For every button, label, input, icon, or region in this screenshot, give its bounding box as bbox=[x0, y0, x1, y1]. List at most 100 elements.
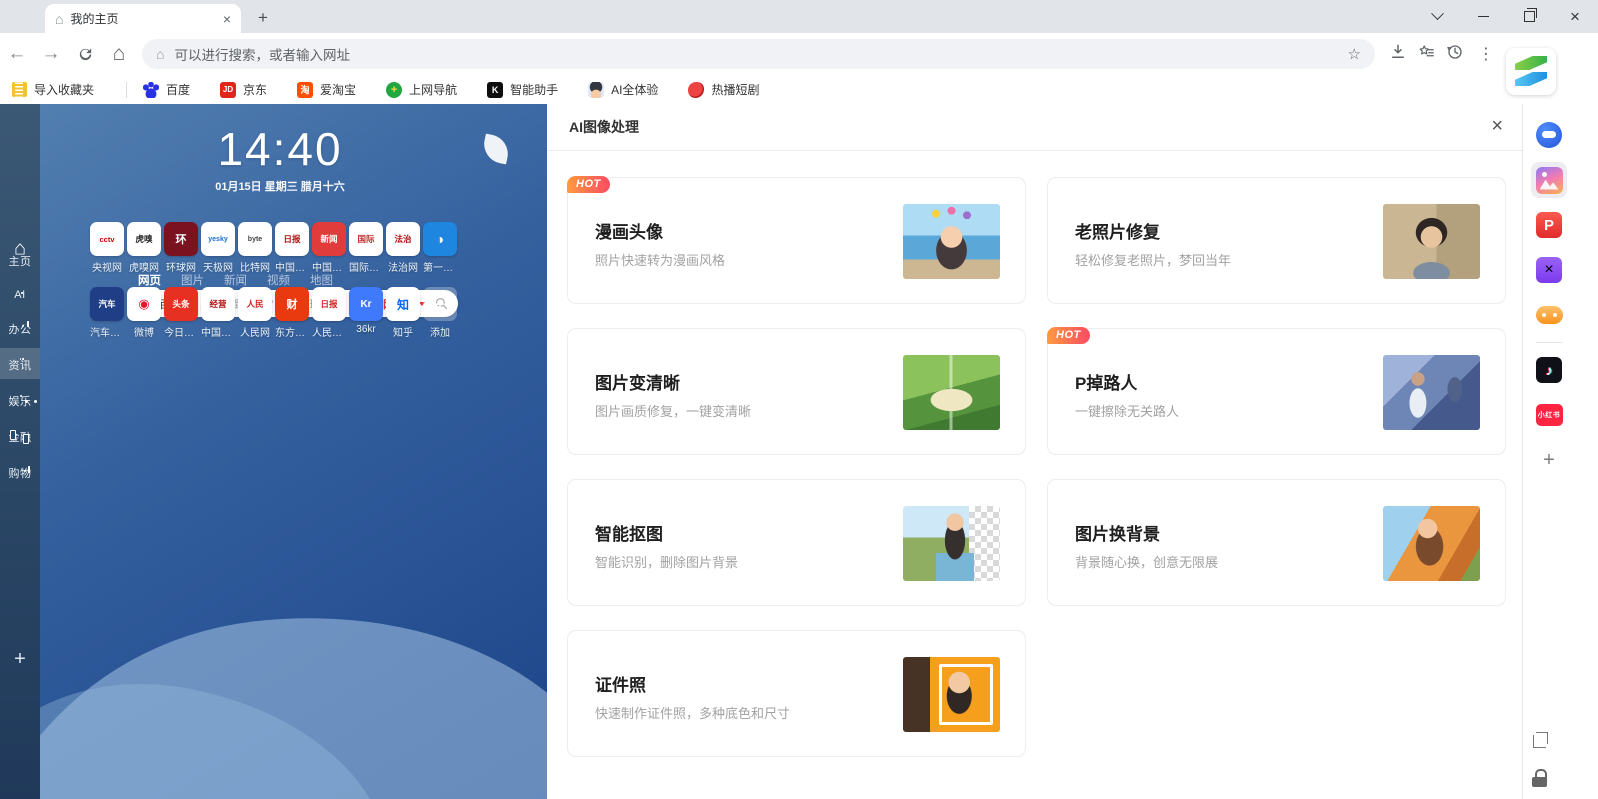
home-button[interactable]: ⌂ bbox=[102, 42, 136, 66]
site-tile[interactable]: cctv 央视网 bbox=[90, 222, 124, 274]
maximize-button[interactable] bbox=[1506, 0, 1552, 33]
ai-feature-card[interactable]: 智能抠图 智能识别，删除图片背景 bbox=[567, 479, 1026, 606]
site-tile[interactable]: 头条 今日头... bbox=[164, 287, 198, 339]
right-sidebar: P × ♪ 小红书 + bbox=[1522, 104, 1598, 799]
ai-feature-card[interactable]: HOT P掉路人 一键擦除无关路人 bbox=[1047, 327, 1506, 455]
card-subtitle: 照片快速转为漫画风格 bbox=[595, 253, 726, 268]
site-tile[interactable]: 人民 人民网 bbox=[238, 287, 272, 339]
tool-icon: + bbox=[1543, 448, 1555, 471]
site-grid: cctv 央视网 虎嗅 虎嗅网 环 环球网 yesky 天极网 byte 比特网 bbox=[90, 222, 500, 339]
ai-cards-grid: HOT 漫画头像 照片快速转为漫画风格 老照片修复 轻松修复老照片，梦回当年 图… bbox=[547, 151, 1523, 757]
xiaohongshu[interactable]: 小红书 bbox=[1531, 397, 1567, 433]
card-image bbox=[1383, 204, 1480, 279]
window-controls: × bbox=[1414, 0, 1598, 33]
site-tile[interactable]: ◉ 微博 bbox=[127, 287, 161, 339]
sidebar-nav-label: 购物 bbox=[8, 468, 32, 480]
site-icon: + bbox=[423, 287, 457, 321]
ai-feature-card[interactable]: 图片变清晰 图片画质修复，一键变清晰 bbox=[567, 328, 1026, 455]
leaf-icon[interactable] bbox=[480, 133, 512, 165]
browser-dropdown-button[interactable] bbox=[1414, 0, 1460, 33]
ai-assistant[interactable] bbox=[1531, 117, 1567, 153]
ai-image-tools[interactable] bbox=[1531, 162, 1567, 198]
bookmark-item[interactable]: JD 京东 bbox=[220, 81, 267, 98]
sidebar-nav-item[interactable]: 主页 bbox=[0, 244, 40, 275]
site-tile[interactable]: 知 知乎 bbox=[386, 287, 420, 339]
ai-feature-card[interactable]: 老照片修复 轻松修复老照片，梦回当年 bbox=[1047, 177, 1506, 304]
sidebar-nav-item[interactable]: 办公 bbox=[0, 312, 40, 343]
site-label: 虎嗅网 bbox=[129, 263, 159, 274]
back-button[interactable]: ← bbox=[0, 43, 34, 65]
site-tile[interactable]: 经营 中国经... bbox=[201, 287, 235, 339]
favorites-button[interactable] bbox=[1417, 43, 1436, 66]
site-icon: 头条 bbox=[164, 287, 198, 321]
site-label: 中国新... bbox=[312, 263, 346, 274]
add-tool[interactable]: + bbox=[1531, 442, 1567, 478]
sidebar-nav-label: 办公 bbox=[8, 324, 32, 336]
site-tile[interactable]: + 添加 bbox=[423, 287, 457, 339]
site-tile[interactable]: 环 环球网 bbox=[164, 222, 198, 274]
site-tile[interactable]: 日报 中国日... bbox=[275, 222, 309, 274]
bookmark-item[interactable]: 热播短剧 bbox=[688, 81, 759, 98]
forward-button[interactable]: → bbox=[34, 43, 68, 65]
bookmark-icon bbox=[688, 81, 705, 98]
bookmark-items: 百度 JD 京东 淘 爱淘宝 + 上网导航 K 智能助手 AI全体验 热播短剧 bbox=[143, 81, 789, 98]
site-label: 环球网 bbox=[166, 263, 196, 274]
douyin[interactable]: ♪ bbox=[1531, 352, 1567, 388]
games[interactable] bbox=[1531, 297, 1567, 333]
site-tile[interactable]: 新闻 中国新... bbox=[312, 222, 346, 274]
sidebar-nav-item[interactable]: 娱乐 bbox=[0, 384, 40, 415]
downloads-button[interactable] bbox=[1389, 43, 1407, 66]
site-tile[interactable]: 财 东方财... bbox=[275, 287, 309, 339]
ai-feature-card[interactable]: 图片换背景 背景随心换，创意无限展 bbox=[1047, 479, 1506, 606]
site-tile[interactable]: 汽车 汽车之... bbox=[90, 287, 124, 339]
bookmark-item[interactable]: AI全体验 bbox=[588, 81, 658, 98]
close-window-button[interactable]: × bbox=[1552, 0, 1598, 33]
bookmark-item[interactable]: 百度 bbox=[143, 81, 190, 98]
reload-button[interactable] bbox=[68, 46, 102, 63]
mini-apps[interactable]: × bbox=[1531, 252, 1567, 288]
bookmark-item[interactable]: 淘 爱淘宝 bbox=[297, 81, 356, 98]
screenshot-crop-icon[interactable] bbox=[1531, 731, 1549, 749]
bookmark-star-icon[interactable]: ☆ bbox=[1348, 45, 1361, 63]
panel-close-icon[interactable]: × bbox=[1491, 116, 1503, 136]
bookmark-item[interactable]: K 智能助手 bbox=[487, 81, 558, 98]
sidebar-nav-item[interactable]: 金融 bbox=[0, 420, 40, 451]
browser-tab[interactable]: ⌂ 我的主页 × bbox=[45, 4, 241, 33]
site-tile[interactable]: 国际 国际在... bbox=[349, 222, 383, 274]
history-button[interactable] bbox=[1446, 43, 1464, 66]
sidebar-nav-list: 主页 AI 办公 资讯 娱乐 金融 购物 bbox=[0, 244, 40, 487]
lock-icon[interactable] bbox=[1532, 769, 1548, 787]
tab-close-icon[interactable]: × bbox=[223, 11, 231, 27]
site-tile[interactable]: yesky 天极网 bbox=[201, 222, 235, 274]
site-icon: 知 bbox=[386, 287, 420, 321]
new-tab-button[interactable]: + bbox=[252, 7, 274, 29]
site-tile[interactable]: ◑ 第一财... bbox=[423, 222, 457, 274]
site-tile[interactable]: 法治 法治网 bbox=[386, 222, 420, 274]
sidebar-nav-item[interactable]: AI bbox=[0, 280, 40, 307]
site-icon: 法治 bbox=[386, 222, 420, 256]
sidebar-nav-item[interactable]: 资讯 bbox=[0, 348, 40, 379]
ai-feature-card[interactable]: HOT 漫画头像 照片快速转为漫画风格 bbox=[567, 176, 1026, 304]
import-bookmarks-button[interactable]: 导入收藏夹 bbox=[12, 81, 94, 98]
bookmark-label: 爱淘宝 bbox=[320, 83, 357, 97]
card-subtitle: 快速制作证件照，多种底色和尺寸 bbox=[595, 706, 791, 721]
sidebar-add-button[interactable]: + bbox=[0, 648, 40, 671]
bookmark-item[interactable]: + 上网导航 bbox=[386, 81, 457, 98]
clock-date: 01月15日 星期三 腊月十六 bbox=[215, 181, 345, 193]
minimize-button[interactable] bbox=[1460, 0, 1506, 33]
site-tile[interactable]: byte 比特网 bbox=[238, 222, 272, 274]
browser-logo[interactable] bbox=[1506, 48, 1556, 95]
site-tile[interactable]: 虎嗅 虎嗅网 bbox=[127, 222, 161, 274]
logo-green-ribbon bbox=[1515, 56, 1547, 70]
pdf-tools[interactable]: P bbox=[1531, 207, 1567, 243]
site-icon: Kr bbox=[349, 287, 383, 321]
site-tile[interactable]: Kr 36kr bbox=[349, 287, 383, 339]
address-bar[interactable]: ⌂ 可以进行搜索，或者输入网址 ☆ bbox=[142, 39, 1375, 69]
tool-icon bbox=[1535, 306, 1563, 324]
site-icon: 国际 bbox=[349, 222, 383, 256]
ai-feature-card[interactable]: 证件照 快速制作证件照，多种底色和尺寸 bbox=[567, 630, 1026, 757]
site-icon: ◑ bbox=[423, 222, 457, 256]
site-tile[interactable]: 日报 人民日... bbox=[312, 287, 346, 339]
menu-button[interactable]: ⋮ bbox=[1474, 44, 1498, 64]
sidebar-nav-item[interactable]: 购物 bbox=[0, 456, 40, 487]
